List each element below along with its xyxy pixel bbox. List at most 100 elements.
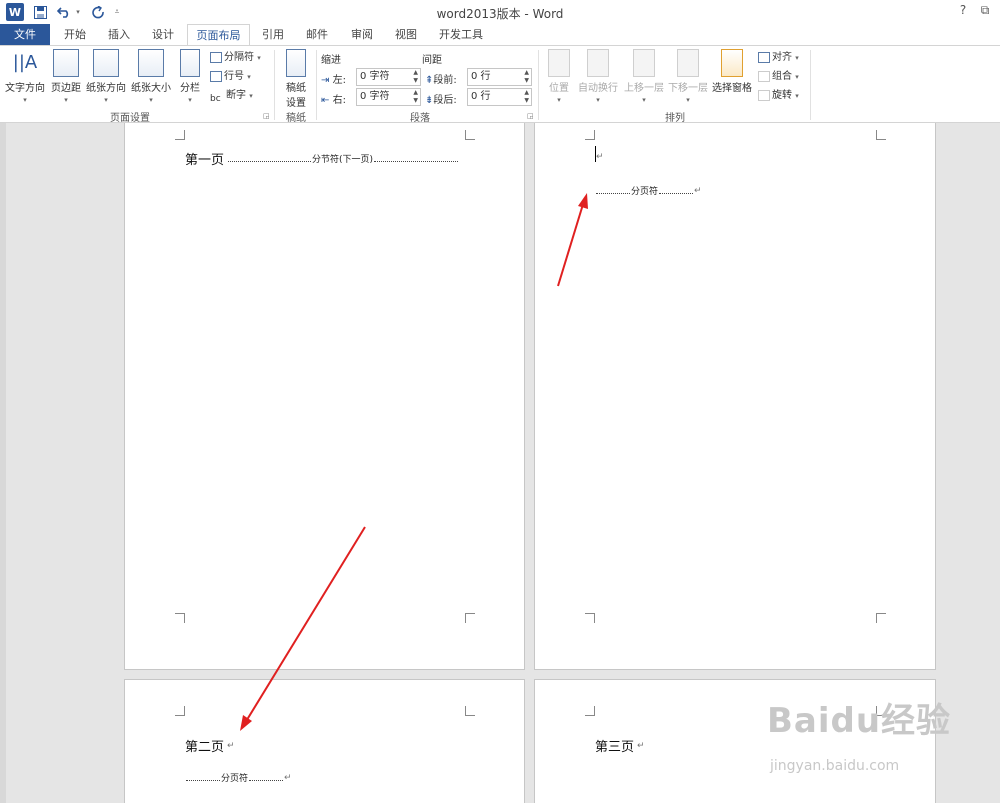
spacing-before-input[interactable]: 0 行 ▲ ▼ xyxy=(467,68,532,86)
wrap-text-label: 自动换行 xyxy=(578,83,618,94)
title-bar: W ▾ ⩡ word2013版本 - Word ? ⧉ xyxy=(0,0,1000,24)
crop-mark xyxy=(585,706,595,716)
tab-developer[interactable]: 开发工具 xyxy=(430,24,492,45)
section-break-marker[interactable]: 分节符(下一页) xyxy=(227,152,459,165)
send-backward-icon xyxy=(677,49,699,77)
selection-pane-label: 选择窗格 xyxy=(712,83,752,94)
position-icon xyxy=(548,49,570,77)
page1-text[interactable]: 第一页 xyxy=(185,149,224,168)
window-title: word2013版本 - Word xyxy=(436,7,564,21)
position-button[interactable]: 位置 ▾ xyxy=(543,49,575,105)
baidu-watermark-logo: Baidu经验 xyxy=(767,701,952,741)
breaks-button[interactable]: 分隔符 ▾ xyxy=(210,49,261,67)
spinner-icon[interactable]: ▲ ▼ xyxy=(413,69,418,85)
page-size-icon xyxy=(138,49,164,77)
spacing-after-value: 0 行 xyxy=(471,91,491,102)
margins-button[interactable]: 页边距 ▾ xyxy=(49,49,83,105)
group-label: 组合 xyxy=(772,71,792,82)
line-numbers-button[interactable]: 行号 ▾ xyxy=(210,68,251,86)
breaks-label: 分隔符 xyxy=(224,52,254,63)
columns-label: 分栏 xyxy=(180,83,200,94)
text-direction-icon: ||A xyxy=(12,52,38,73)
rotate-label: 旋转 xyxy=(772,90,792,101)
indent-left-input[interactable]: 0 字符 ▲ ▼ xyxy=(356,68,421,86)
spacing-after-label: ⇟段后: xyxy=(425,91,457,106)
tab-mailings[interactable]: 邮件 xyxy=(296,24,338,45)
indent-heading: 缩进 xyxy=(321,55,341,66)
page-3[interactable]: 第二页 ↵ 分页符 ↵ xyxy=(124,679,525,803)
manuscript-icon xyxy=(286,49,306,77)
tab-references[interactable]: 引用 xyxy=(252,24,294,45)
page-break-marker[interactable]: 分页符 ↵ xyxy=(595,184,702,197)
paragraph-mark: ↵ xyxy=(596,152,604,162)
page3-text[interactable]: 第三页 xyxy=(595,736,634,755)
paragraph-launcher-icon[interactable]: ◲ xyxy=(527,112,534,120)
ribbon-display-button[interactable]: ⧉ xyxy=(975,3,995,21)
indent-right-input[interactable]: 0 字符 ▲ ▼ xyxy=(356,88,421,106)
ribbon: ||A 文字方向 ▾ 页边距 ▾ 纸张方向 ▾ 纸张大小 ▾ 分栏 ▾ 分隔符 ▾ 行号 … xyxy=(0,45,1000,124)
document-area[interactable]: 第一页 分节符(下一页) ↵ 分页符 ↵ 第二页 ↵ 分页符 ↵ 第三页 ↵ B… xyxy=(0,123,1000,803)
send-backward-label: 下移一层 xyxy=(668,83,708,94)
paragraph-mark: ↵ xyxy=(637,741,645,751)
indent-right-value: 0 字符 xyxy=(360,91,390,102)
orientation-label: 纸张方向 xyxy=(86,83,126,94)
manuscript-settings-button[interactable]: 稿纸 设置 xyxy=(281,49,311,109)
group-button[interactable]: 组合 ▾ xyxy=(758,68,799,86)
break-dots xyxy=(186,775,220,781)
bring-forward-icon xyxy=(633,49,655,77)
rotate-button[interactable]: 旋转 ▾ xyxy=(758,87,799,105)
spinner-icon[interactable]: ▲ ▼ xyxy=(413,89,418,105)
selection-pane-button[interactable]: 选择窗格 xyxy=(711,49,753,105)
spacing-after-input[interactable]: 0 行 ▲ ▼ xyxy=(467,88,532,106)
align-icon xyxy=(758,51,770,63)
size-label: 纸张大小 xyxy=(131,83,171,94)
spinner-icon[interactable]: ▲ ▼ xyxy=(524,69,529,85)
line-numbers-icon xyxy=(210,70,222,82)
manuscript-group-label: 稿纸 xyxy=(286,113,306,124)
columns-button[interactable]: 分栏 ▾ xyxy=(176,49,204,105)
size-button[interactable]: 纸张大小 ▾ xyxy=(129,49,173,105)
paragraph-mark: ↵ xyxy=(694,185,702,196)
page-break-marker[interactable]: 分页符 ↵ xyxy=(185,771,292,784)
rotate-icon xyxy=(758,89,770,101)
page-1[interactable]: 第一页 分节符(下一页) xyxy=(124,123,525,670)
bring-forward-button[interactable]: 上移一层 ▾ xyxy=(622,49,666,105)
page-setup-launcher-icon[interactable]: ◲ xyxy=(263,112,270,120)
tab-review[interactable]: 审阅 xyxy=(340,24,384,45)
tab-insert[interactable]: 插入 xyxy=(98,24,140,45)
orientation-button[interactable]: 纸张方向 ▾ xyxy=(85,49,127,105)
orientation-icon xyxy=(93,49,119,77)
group-separator xyxy=(316,50,317,120)
help-button[interactable]: ? xyxy=(953,3,973,21)
columns-icon xyxy=(180,49,200,77)
tab-page-layout[interactable]: 页面布局 xyxy=(187,24,250,46)
send-backward-button[interactable]: 下移一层 ▾ xyxy=(666,49,710,105)
wrap-text-icon xyxy=(587,49,609,77)
tab-view[interactable]: 视图 xyxy=(385,24,427,45)
text-direction-button[interactable]: ||A 文字方向 ▾ xyxy=(4,49,46,105)
hyphenation-button[interactable]: bc 断字 ▾ xyxy=(210,87,253,105)
page-break-label: 分页符 xyxy=(631,187,659,197)
bring-forward-label: 上移一层 xyxy=(624,83,664,94)
spinner-icon[interactable]: ▲ ▼ xyxy=(524,89,529,105)
indent-right-icon: ⇤ xyxy=(321,95,330,106)
break-dots xyxy=(228,156,311,162)
crop-mark xyxy=(175,613,185,623)
align-button[interactable]: 对齐 ▾ xyxy=(758,49,799,67)
wrap-text-button[interactable]: 自动换行 ▾ xyxy=(576,49,620,105)
indent-left-value: 0 字符 xyxy=(360,71,390,82)
crop-mark xyxy=(876,130,886,140)
tab-design[interactable]: 设计 xyxy=(142,24,184,45)
tab-home[interactable]: 开始 xyxy=(52,24,98,45)
crop-mark xyxy=(175,130,185,140)
spacing-after-text: 段后: xyxy=(433,95,457,106)
tab-file[interactable]: 文件 xyxy=(0,24,50,45)
crop-mark xyxy=(465,130,475,140)
page-2[interactable]: ↵ 分页符 ↵ xyxy=(534,123,936,670)
group-separator xyxy=(274,50,275,120)
page-setup-group-label: 页面设置 xyxy=(110,113,150,124)
break-dots xyxy=(659,188,694,194)
paragraph-mark: ↵ xyxy=(284,772,292,783)
page2-text[interactable]: 第二页 xyxy=(185,736,224,755)
ribbon-tabs: 文件 开始 插入 设计 页面布局 引用 邮件 审阅 视图 开发工具 xyxy=(0,24,1000,46)
